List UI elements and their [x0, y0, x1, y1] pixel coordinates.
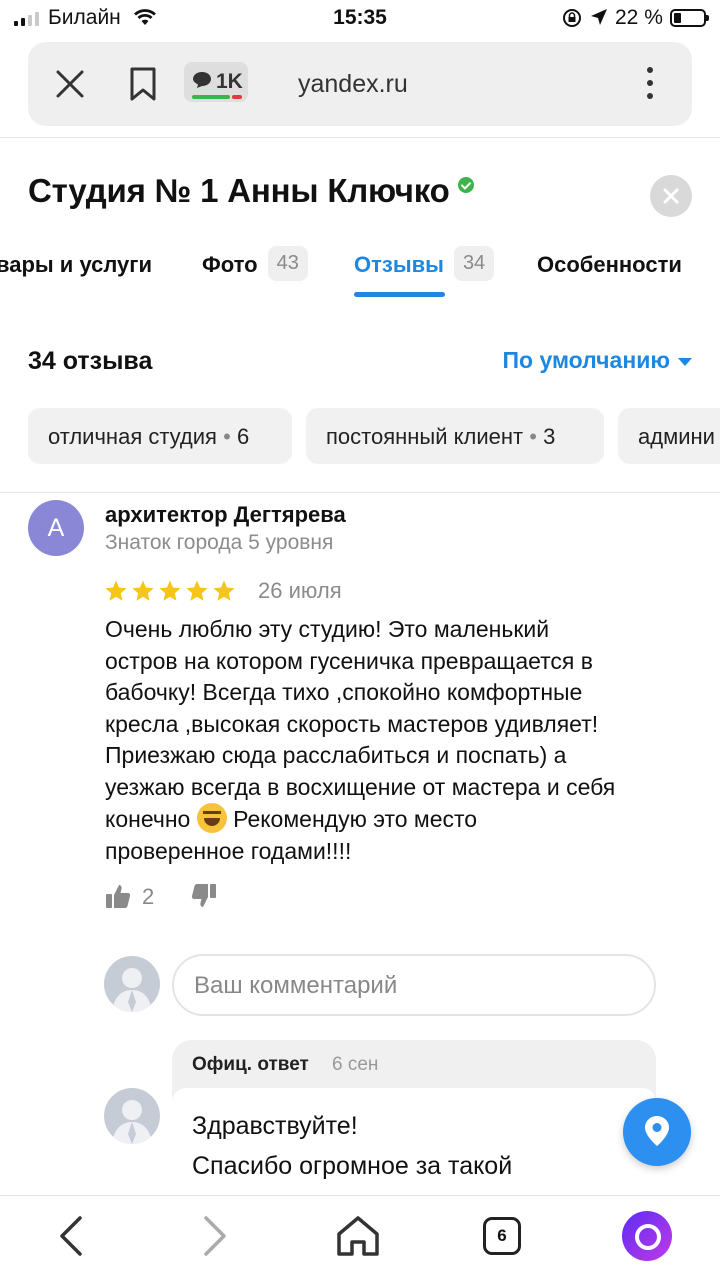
thumbs-down-icon[interactable] [190, 882, 218, 915]
back-arrow-icon[interactable] [56, 1214, 86, 1263]
star-icon [132, 580, 154, 601]
bottom-toolbar: 6 [0, 1195, 720, 1280]
like-count: 2 [142, 884, 155, 909]
review-text: Очень люблю эту студию! Это маленький ос… [105, 614, 665, 867]
status-bar: Билайн 15:35 22 % [0, 0, 720, 38]
author-level: Знаток города 5 уровня [105, 531, 334, 554]
review-date: 26 июля [258, 578, 342, 603]
negative-bar [232, 95, 242, 99]
comment-input[interactable]: Ваш комментарий [172, 954, 656, 1016]
review-line-text: Рекомендую это место [233, 806, 478, 832]
comments-counter-button[interactable]: 1K [184, 62, 248, 102]
reply-line: Спасибо огромное за такой [192, 1152, 513, 1180]
active-tab-indicator [354, 292, 445, 297]
location-arrow-icon [590, 8, 608, 32]
forward-arrow-icon[interactable] [200, 1214, 230, 1263]
page-title: Студия № 1 Анны Ключко [28, 172, 450, 209]
address-bar: 1K yandex.ru [28, 42, 692, 126]
rotation-lock-icon [562, 8, 582, 34]
tab-label: Особенности [537, 252, 682, 277]
reviews-count: 34 отзыва [28, 347, 153, 375]
star-icon [105, 580, 127, 601]
tab-features[interactable]: Особенности [537, 246, 682, 302]
tab-label: Отзывы [354, 252, 444, 277]
close-button[interactable] [650, 175, 692, 217]
official-reply: Офиц. ответ 6 сен Здравствуйте! Спасибо … [172, 1040, 656, 1200]
divider [0, 492, 720, 493]
chip-label: отличная студия [48, 424, 217, 449]
more-vertical-icon[interactable] [640, 64, 660, 104]
review-line: остров на котором гусеничка превращается… [105, 647, 593, 674]
tabs-count-button[interactable]: 6 [483, 1217, 521, 1255]
star-icon [159, 580, 181, 601]
divider [0, 137, 720, 138]
thumbs-up-icon[interactable] [104, 882, 132, 915]
review-line: конечно Рекомендую это место [105, 803, 665, 836]
tab-reviews[interactable]: Отзывы 34 [354, 246, 495, 302]
chip-label: постоянный клиент [326, 424, 524, 449]
chip-regular-client[interactable]: постоянный клиент • 3 [306, 408, 604, 464]
map-pin-button[interactable] [623, 1098, 691, 1166]
review-line: уезжаю всегда в восхищение от мастера и … [105, 773, 616, 800]
tab-count-badge: 34 [453, 246, 495, 281]
reply-line: Здравствуйте! [192, 1112, 358, 1140]
tab-bar: вары и услуги Фото 43 Отзывы 34 Особенно… [0, 246, 720, 302]
home-icon[interactable] [334, 1214, 382, 1263]
star-icon [186, 580, 208, 601]
official-reply-label: Офиц. ответ [192, 1054, 309, 1075]
close-icon[interactable] [52, 64, 88, 104]
review-line: Очень люблю эту студию! Это маленький [105, 616, 550, 642]
chip-great-studio[interactable]: отличная студия • 6 [28, 408, 292, 464]
positive-bar [192, 95, 230, 99]
chip-label: админи [638, 424, 715, 449]
review-line: кресла ,высокая скорость мастеров удивля… [105, 710, 599, 737]
tab-label: Фото [202, 252, 258, 277]
tab-services[interactable]: вары и услуги [0, 246, 152, 302]
author-avatar[interactable]: А [28, 500, 84, 556]
caret-down-icon [678, 358, 692, 366]
verified-icon [458, 177, 474, 193]
review-line-text: конечно [105, 806, 191, 832]
review-line: бабочку! Всегда тихо ,спокойно комфортны… [105, 679, 583, 705]
sort-dropdown[interactable]: По умолчанию [502, 347, 692, 374]
chip-count: 6 [236, 424, 250, 449]
bookmark-icon[interactable] [128, 64, 158, 104]
author-name[interactable]: архитектор Дегтярева [105, 502, 346, 528]
official-reply-date: 6 сен [332, 1054, 379, 1075]
battery-percent: 22 % [615, 6, 663, 29]
laughing-emoji-icon [196, 803, 227, 833]
battery-icon [670, 9, 709, 27]
url-text[interactable]: yandex.ru [298, 70, 408, 99]
alice-assistant-icon[interactable] [622, 1211, 672, 1261]
star-icon [213, 580, 235, 601]
sort-label: По умолчанию [502, 347, 670, 373]
tab-photos[interactable]: Фото 43 [202, 246, 308, 302]
tab-label: вары и услуги [0, 252, 152, 277]
chat-bubble-icon [192, 71, 212, 95]
official-reply-text: Здравствуйте! Спасибо огромное за такой [172, 1088, 656, 1200]
chip-admin[interactable]: админи [618, 408, 720, 464]
review-line: Приезжаю сюда расслабиться и поспать) а [105, 742, 567, 768]
comments-count: 1K [216, 70, 243, 93]
tab-count-badge: 43 [267, 246, 308, 281]
review-line: проверенное годами!!!! [105, 837, 352, 864]
rating-stars [104, 579, 236, 603]
user-avatar-icon [104, 956, 160, 1012]
clock: 15:35 [333, 6, 387, 29]
chip-count: 3 [543, 424, 556, 449]
owner-avatar-icon [104, 1088, 160, 1144]
